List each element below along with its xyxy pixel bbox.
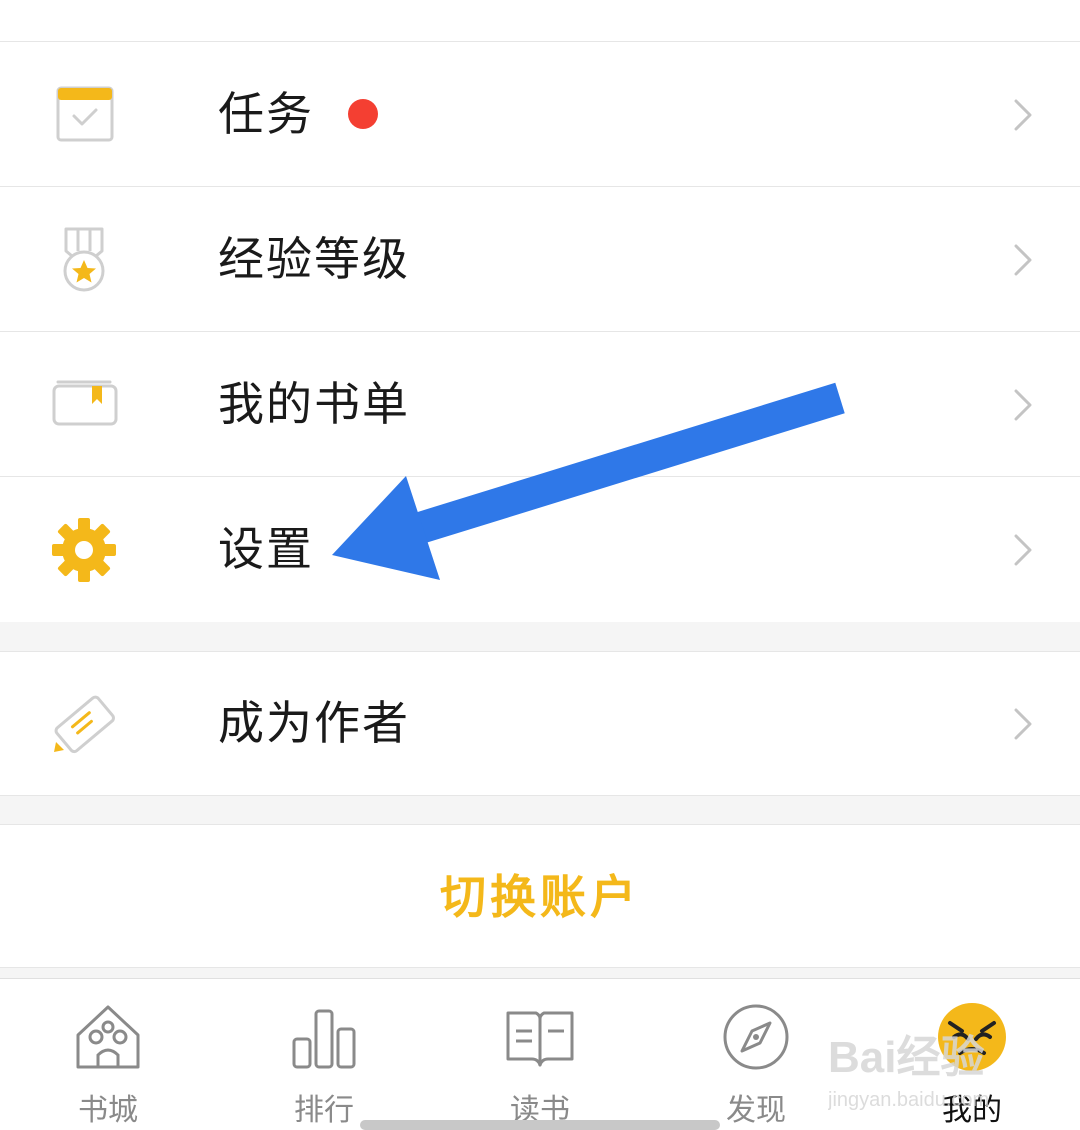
tab-ranking[interactable]: 排行	[216, 979, 432, 1130]
home-indicator	[360, 1120, 720, 1130]
compass-icon	[720, 1001, 792, 1073]
gear-icon	[48, 517, 120, 583]
chevron-right-icon	[1012, 533, 1034, 567]
house-icon	[72, 1001, 144, 1073]
open-book-icon	[504, 1001, 576, 1073]
bar-chart-icon	[288, 1001, 360, 1073]
top-edge-strip	[0, 0, 1080, 42]
notification-badge	[348, 99, 378, 129]
tab-discover[interactable]: 发现	[648, 979, 864, 1130]
bottom-tab-bar: 书城 排行 读书 发现 我的	[0, 978, 1080, 1130]
menu-group-author: 成为作者	[0, 651, 1080, 796]
pencil-icon	[48, 692, 120, 758]
calendar-check-icon	[48, 82, 120, 148]
tab-bookstore[interactable]: 书城	[0, 979, 216, 1130]
booklist-icon	[48, 372, 120, 438]
menu-item-label: 成为作者	[218, 696, 410, 750]
menu-item-label: 经验等级	[218, 232, 410, 286]
chevron-right-icon	[1012, 388, 1034, 422]
menu-item-settings[interactable]: 设置	[0, 477, 1080, 622]
menu-item-become-author[interactable]: 成为作者	[0, 652, 1080, 795]
tab-mine[interactable]: 我的	[864, 979, 1080, 1130]
menu-group-main: 任务 经验等级 我的书单 设置	[0, 42, 1080, 622]
menu-item-tasks[interactable]: 任务	[0, 42, 1080, 187]
tab-label: 我的	[942, 1093, 1002, 1128]
tab-label: 书城	[78, 1093, 138, 1128]
switch-account-button[interactable]: 切换账户	[0, 824, 1080, 968]
menu-item-my-booklist[interactable]: 我的书单	[0, 332, 1080, 477]
tab-reading[interactable]: 读书	[432, 979, 648, 1130]
menu-item-label: 设置	[218, 522, 314, 576]
chevron-right-icon	[1012, 243, 1034, 277]
menu-item-label: 任务	[218, 87, 314, 141]
medal-icon	[48, 227, 120, 293]
menu-item-label: 我的书单	[218, 377, 410, 431]
chevron-right-icon	[1012, 98, 1034, 132]
chevron-right-icon	[1012, 707, 1034, 741]
avatar-icon	[936, 1001, 1008, 1073]
menu-item-experience-level[interactable]: 经验等级	[0, 187, 1080, 332]
